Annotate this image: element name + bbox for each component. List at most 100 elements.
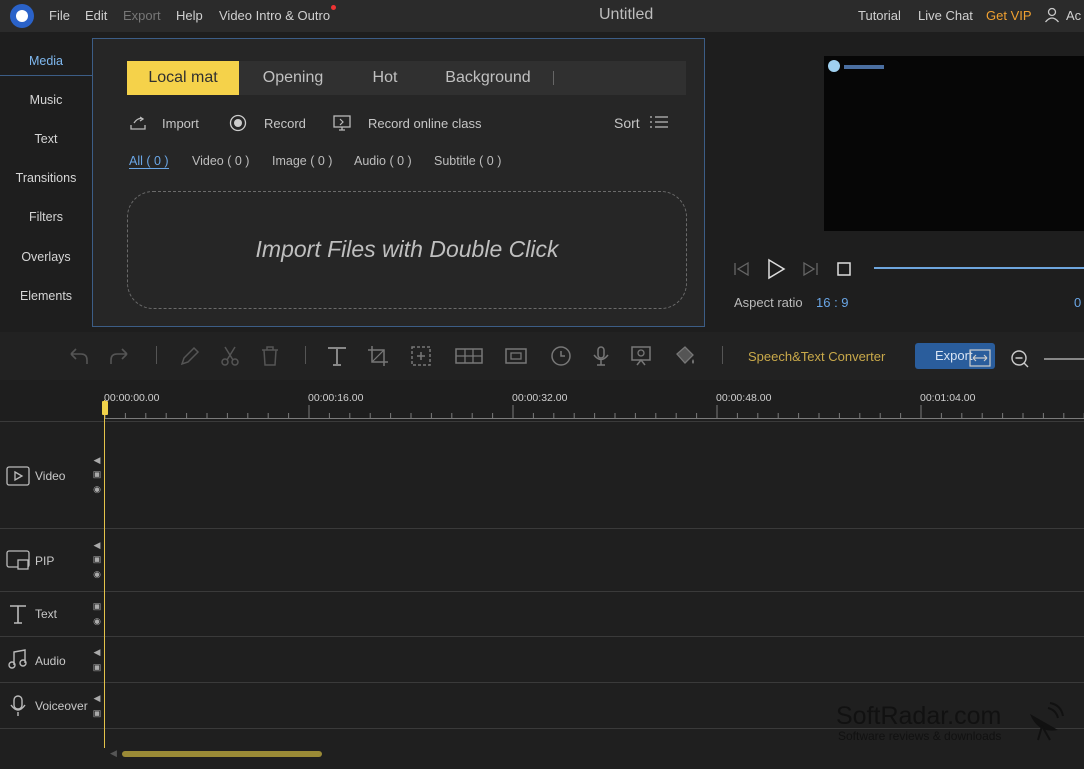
mute-icon[interactable]: ◀ [92, 455, 102, 465]
lock-icon[interactable]: ▣ [92, 662, 102, 672]
toolbar-separator [156, 346, 157, 364]
mute-icon[interactable]: ◀ [92, 647, 102, 657]
previous-frame-icon[interactable] [733, 261, 751, 277]
microphone-icon[interactable] [589, 344, 613, 368]
get-vip-link[interactable]: Get VIP [986, 8, 1032, 23]
duration-clock-icon[interactable] [549, 344, 573, 368]
toolbar-separator [722, 346, 723, 364]
mosaic-icon[interactable] [454, 344, 484, 368]
presentation-icon[interactable] [629, 344, 653, 368]
zoom-out-icon[interactable] [1010, 349, 1030, 369]
import-button[interactable]: Import [162, 116, 199, 131]
playhead-line[interactable] [104, 400, 105, 748]
sort-list-icon[interactable] [649, 114, 669, 130]
tab-local-mat[interactable]: Local mat [127, 61, 239, 95]
tab-opening[interactable]: Opening [247, 61, 339, 95]
visibility-eye-icon[interactable]: ◉ [92, 569, 102, 579]
watermark-subtitle: Software reviews & downloads [838, 729, 1002, 743]
nav-active-underline [0, 75, 92, 76]
track-label-video: Video [35, 469, 66, 483]
menu-file[interactable]: File [49, 8, 70, 23]
delete-trash-icon[interactable] [258, 344, 282, 368]
account-label[interactable]: Ac [1066, 8, 1081, 23]
filter-subtitle[interactable]: Subtitle ( 0 ) [434, 154, 501, 168]
track-audio[interactable]: Audio ◀ ▣ [0, 636, 1084, 682]
nav-overlays[interactable]: Overlays [0, 250, 92, 264]
menu-video-intro-outro[interactable]: Video Intro & Outro [219, 8, 330, 23]
freeze-frame-icon[interactable] [504, 344, 528, 368]
timeline-horizontal-scrollbar[interactable] [122, 751, 322, 757]
import-icon[interactable] [128, 115, 148, 131]
filter-image[interactable]: Image ( 0 ) [272, 154, 332, 168]
nav-media[interactable]: Media [0, 54, 92, 68]
window-title: Untitled [599, 6, 654, 23]
undo-icon[interactable] [66, 344, 90, 368]
visibility-eye-icon[interactable]: ◉ [92, 616, 102, 626]
track-label-voiceover: Voiceover [35, 699, 88, 713]
filter-all[interactable]: All ( 0 ) [129, 154, 169, 169]
playback-progress-bar[interactable] [874, 267, 1084, 269]
video-track-icon [6, 466, 30, 486]
pip-track-icon [6, 550, 30, 570]
audio-note-icon [8, 649, 27, 669]
sort-button[interactable]: Sort [614, 115, 640, 131]
speech-text-converter-button[interactable]: Speech&Text Converter [748, 349, 885, 364]
preview-logo-icon [828, 60, 840, 72]
nav-elements[interactable]: Elements [0, 289, 92, 303]
track-text[interactable]: Text ▣ ◉ [0, 591, 1084, 636]
record-online-class-button[interactable]: Record online class [368, 116, 481, 131]
user-icon[interactable] [1044, 7, 1060, 23]
edit-pencil-icon[interactable] [178, 344, 202, 368]
mute-icon[interactable]: ◀ [92, 540, 102, 550]
record-icon[interactable] [229, 114, 247, 132]
track-video[interactable]: Video ◀ ▣ ◉ [0, 421, 1084, 528]
stop-icon[interactable] [836, 261, 852, 277]
text-tool-icon[interactable] [325, 344, 349, 368]
app-window: File Edit Export Help Video Intro & Outr… [0, 0, 1084, 769]
mute-icon[interactable]: ◀ [92, 693, 102, 703]
nav-transitions[interactable]: Transitions [0, 171, 92, 185]
notification-dot [331, 5, 336, 10]
track-label-text: Text [35, 607, 58, 621]
watermark-title: SoftRadar.com [836, 702, 1002, 730]
scroll-left-arrow-icon[interactable]: ◀ [110, 748, 117, 759]
lock-icon[interactable]: ▣ [92, 601, 102, 611]
zoom-slider[interactable] [1044, 358, 1084, 360]
nav-music[interactable]: Music [0, 93, 92, 107]
nav-filters[interactable]: Filters [0, 210, 92, 224]
next-frame-icon[interactable] [801, 261, 819, 277]
ruler-mark: 00:00:32.00 [512, 392, 568, 404]
lock-icon[interactable]: ▣ [92, 554, 102, 564]
menu-edit[interactable]: Edit [85, 8, 107, 23]
filter-audio[interactable]: Audio ( 0 ) [354, 154, 412, 168]
menu-export: Export [123, 8, 161, 23]
zoom-region-icon[interactable] [409, 344, 433, 368]
track-pip[interactable]: PIP ◀ ▣ ◉ [0, 528, 1084, 591]
ruler-mark: 00:01:04.00 [920, 392, 976, 404]
live-chat-link[interactable]: Live Chat [918, 8, 973, 23]
filter-video[interactable]: Video ( 0 ) [192, 154, 249, 168]
nav-text[interactable]: Text [0, 132, 92, 146]
lock-icon[interactable]: ▣ [92, 469, 102, 479]
visibility-eye-icon[interactable]: ◉ [92, 484, 102, 494]
toolbar-separator [305, 346, 306, 364]
playhead-handle[interactable] [102, 401, 108, 415]
lock-icon[interactable]: ▣ [92, 708, 102, 718]
crop-icon[interactable] [366, 344, 390, 368]
left-nav: Media Music Text Transitions Filters Ove… [0, 38, 93, 326]
track-label-audio: Audio [35, 654, 66, 668]
drop-zone-label: Import Files with Double Click [255, 236, 559, 262]
voiceover-microphone-icon [10, 695, 26, 716]
tutorial-link[interactable]: Tutorial [858, 8, 901, 23]
play-icon[interactable] [765, 258, 787, 280]
color-fill-icon[interactable] [673, 344, 697, 368]
aspect-ratio-value[interactable]: 16 : 9 [816, 295, 849, 310]
scissors-icon[interactable] [218, 344, 242, 368]
redo-icon[interactable] [108, 344, 132, 368]
fit-width-icon[interactable] [969, 349, 991, 367]
record-button[interactable]: Record [264, 116, 306, 131]
record-online-class-icon[interactable] [332, 114, 352, 132]
menu-help[interactable]: Help [176, 8, 203, 23]
tab-background[interactable]: Background [432, 61, 544, 95]
tab-hot[interactable]: Hot [352, 61, 418, 95]
